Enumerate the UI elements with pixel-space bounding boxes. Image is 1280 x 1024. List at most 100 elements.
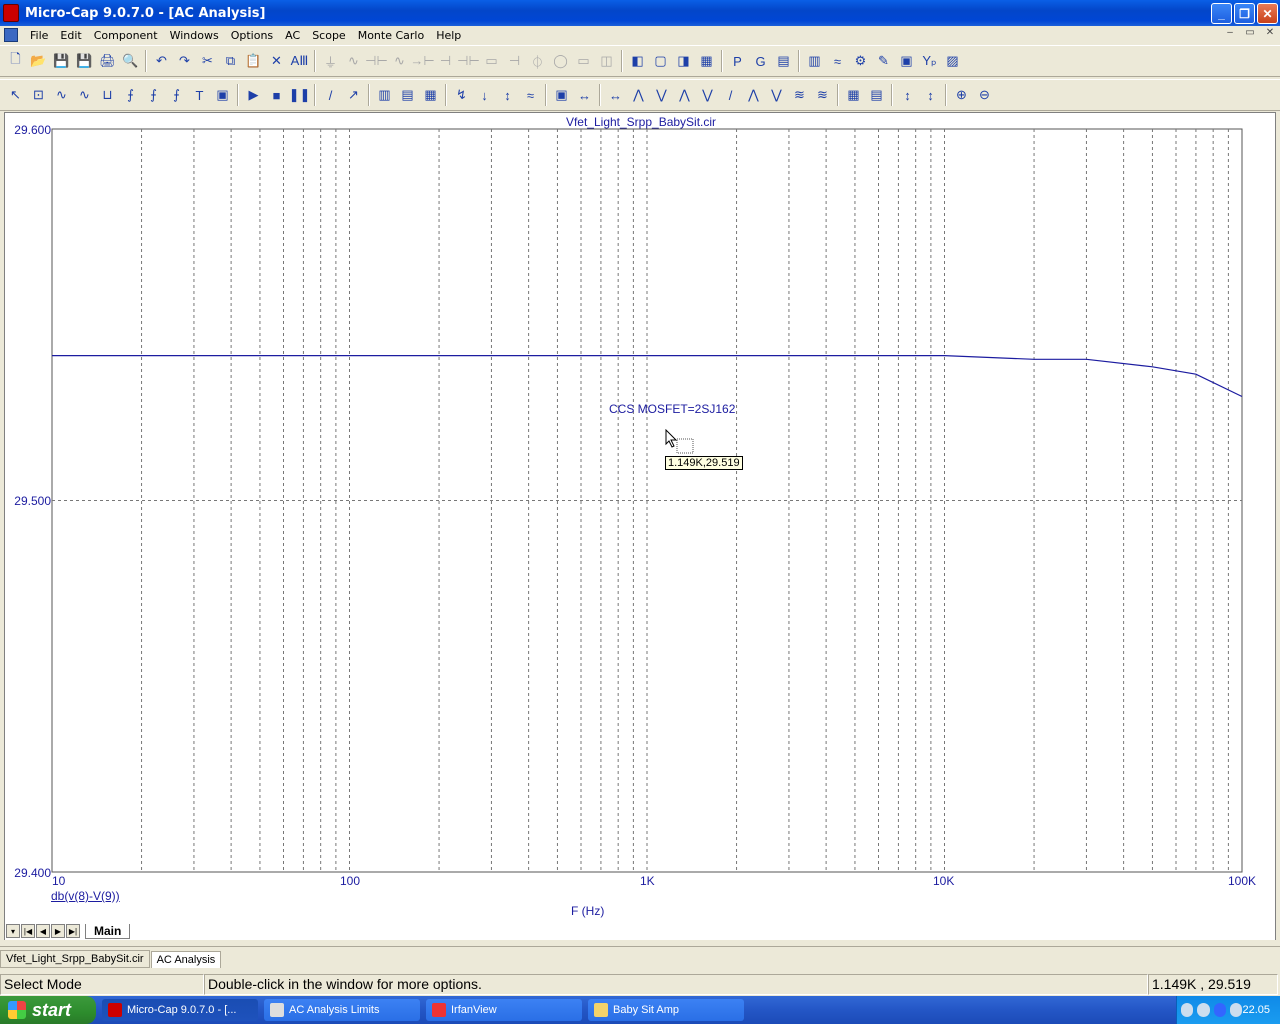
menu-component[interactable]: Component [88, 29, 164, 42]
toolbar1-button-7-icon[interactable]: ↷ [173, 50, 196, 72]
close-button[interactable]: ✕ [1257, 3, 1278, 24]
toolbar1-button-13-icon[interactable]: ⏚ [319, 50, 342, 72]
toolbar1-button-15-icon[interactable]: ⊣⊢ [365, 50, 388, 72]
toolbar2-button-23-icon[interactable]: ↔ [573, 84, 596, 106]
network-icon[interactable] [1197, 1003, 1210, 1017]
toolbar1-button-25-icon[interactable]: ◫ [595, 50, 618, 72]
toolbar2-button-18-icon[interactable]: ↯ [450, 84, 473, 106]
toolbar2-button-25-icon[interactable]: ⋀ [627, 84, 650, 106]
toolbar2-button-29-icon[interactable]: / [719, 84, 742, 106]
toolbar1-button-35-icon[interactable]: ⚙ [849, 50, 872, 72]
toolbar1-button-9-icon[interactable]: ⧉ [219, 50, 242, 72]
toolbar2-button-12-icon[interactable]: ❚❚ [288, 84, 311, 106]
toolbar2-button-28-icon[interactable]: ⋁ [696, 84, 719, 106]
menu-file[interactable]: File [24, 29, 54, 42]
menu-help[interactable]: Help [430, 29, 467, 42]
toolbar2-button-20-icon[interactable]: ↕ [496, 84, 519, 106]
menu-monte-carlo[interactable]: Monte Carlo [352, 29, 431, 42]
toolbar1-button-17-icon[interactable]: →⊢ [410, 50, 434, 72]
maximize-button[interactable]: ❐ [1234, 3, 1255, 24]
toolbar2-button-0-icon[interactable]: ↖ [4, 84, 27, 106]
toolbar2-button-30-icon[interactable]: ⋀ [742, 84, 765, 106]
toolbar1-button-0-icon[interactable]: 🗋 [4, 50, 27, 72]
toolbar2-button-4-icon[interactable]: ⊔ [96, 84, 119, 106]
toolbar2-button-3-icon[interactable]: ∿ [73, 84, 96, 106]
toolbar2-button-19-icon[interactable]: ↓ [473, 84, 496, 106]
toolbar2-button-32-icon[interactable]: ≋ [788, 84, 811, 106]
toolbar1-button-10-icon[interactable]: 📋 [242, 50, 265, 72]
toolbar1-button-24-icon[interactable]: ▭ [572, 50, 595, 72]
toolbar1-button-34-icon[interactable]: ≈ [826, 50, 849, 72]
toolbar2-button-27-icon[interactable]: ⋀ [673, 84, 696, 106]
taskbar-item-irfanview[interactable]: IrfanView [426, 999, 582, 1021]
tab-ac-analysis[interactable]: AC Analysis [150, 951, 222, 968]
document-icon[interactable] [4, 28, 18, 42]
toolbar1-button-1-icon[interactable]: 📂 [27, 50, 50, 72]
start-button[interactable]: start [0, 996, 96, 1024]
taskbar-item-baby-sit-amp[interactable]: Baby Sit Amp [588, 999, 744, 1021]
toolbar2-button-24-icon[interactable]: ↔ [604, 84, 627, 106]
toolbar1-button-26-icon[interactable]: ◧ [626, 50, 649, 72]
toolbar1-button-2-icon[interactable]: 💾 [50, 50, 73, 72]
toolbar1-button-38-icon[interactable]: Yₚ [918, 50, 941, 72]
toolbar1-button-33-icon[interactable]: ▥ [803, 50, 826, 72]
plot-annotation[interactable]: CCS MOSFET=2SJ162 [609, 402, 735, 416]
toolbar1-button-28-icon[interactable]: ◨ [672, 50, 695, 72]
toolbar1-button-11-icon[interactable]: ✕ [265, 50, 288, 72]
toolbar2-button-26-icon[interactable]: ⋁ [650, 84, 673, 106]
toolbar2-button-35-icon[interactable]: ▤ [865, 84, 888, 106]
toolbar1-button-27-icon[interactable]: ▢ [649, 50, 672, 72]
toolbar2-button-13-icon[interactable]: / [319, 84, 342, 106]
toolbar2-button-15-icon[interactable]: ▥ [373, 84, 396, 106]
toolbar1-button-5-icon[interactable]: 🔍 [119, 50, 142, 72]
toolbar1-button-20-icon[interactable]: ▭ [480, 50, 503, 72]
taskbar-item-ac-limits[interactable]: AC Analysis Limits [264, 999, 420, 1021]
toolbar1-button-4-icon[interactable]: 🖨 [96, 50, 119, 72]
toolbar2-button-38-icon[interactable]: ⊕ [950, 84, 973, 106]
toolbar2-button-37-icon[interactable]: ↕ [919, 84, 942, 106]
menu-ac[interactable]: AC [279, 29, 306, 42]
toolbar2-button-11-icon[interactable]: ■ [265, 84, 288, 106]
toolbar2-button-22-icon[interactable]: ▣ [550, 84, 573, 106]
toolbar1-button-32-icon[interactable]: ▤ [772, 50, 795, 72]
volume-icon[interactable] [1230, 1003, 1243, 1017]
toolbar1-button-8-icon[interactable]: ✂ [196, 50, 219, 72]
mdi-minimize-button[interactable]: – [1222, 27, 1238, 38]
toolbar2-button-2-icon[interactable]: ∿ [50, 84, 73, 106]
toolbar1-button-31-icon[interactable]: G [749, 50, 772, 72]
toolbar2-button-6-icon[interactable]: ⨍ [142, 84, 165, 106]
bluetooth-icon[interactable] [1213, 1003, 1227, 1017]
toolbar1-button-36-icon[interactable]: ✎ [872, 50, 895, 72]
toolbar2-button-10-icon[interactable]: ▶ [242, 84, 265, 106]
toolbar1-button-21-icon[interactable]: ⊣ [503, 50, 526, 72]
next-page-button[interactable]: ▶ [51, 924, 65, 938]
toolbar2-button-21-icon[interactable]: ≈ [519, 84, 542, 106]
toolbar2-button-1-icon[interactable]: ⊡ [27, 84, 50, 106]
last-page-button[interactable]: ▶| [66, 924, 80, 938]
toolbar2-button-17-icon[interactable]: ▦ [419, 84, 442, 106]
toolbar2-button-34-icon[interactable]: ▦ [842, 84, 865, 106]
toolbar1-button-37-icon[interactable]: ▣ [895, 50, 918, 72]
menu-options[interactable]: Options [225, 29, 279, 42]
toolbar1-button-22-icon[interactable]: ⏀ [526, 50, 549, 72]
toolbar2-button-39-icon[interactable]: ⊖ [973, 84, 996, 106]
toolbar2-button-7-icon[interactable]: ⨍ [165, 84, 188, 106]
mdi-close-button[interactable]: ✕ [1262, 27, 1278, 38]
toolbar1-button-12-icon[interactable]: AⅢ [288, 50, 311, 72]
mdi-restore-button[interactable]: ▭ [1242, 27, 1258, 38]
trace-expression[interactable]: db(v(8)-V(9)) [51, 889, 120, 903]
taskbar-item-microcap[interactable]: Micro-Cap 9.0.7.0 - [... [102, 999, 258, 1021]
prev-page-button[interactable]: ◀ [36, 924, 50, 938]
toolbar1-button-23-icon[interactable]: ◯ [549, 50, 572, 72]
plot-area[interactable]: Vfet_Light_Srpp_BabySit.cir 29.600 29.50… [4, 112, 1276, 942]
toolbar2-button-14-icon[interactable]: ↗ [342, 84, 365, 106]
toolbar1-button-18-icon[interactable]: ⊣ [434, 50, 457, 72]
toolbar2-button-33-icon[interactable]: ≋ [811, 84, 834, 106]
toolbar2-button-9-icon[interactable]: ▣ [211, 84, 234, 106]
toolbar2-button-5-icon[interactable]: ⨍ [119, 84, 142, 106]
toolbar2-button-36-icon[interactable]: ↕ [896, 84, 919, 106]
toolbar1-button-3-icon[interactable]: 💾 [73, 50, 96, 72]
plot-canvas[interactable] [5, 113, 1277, 943]
toolbar1-button-30-icon[interactable]: P [726, 50, 749, 72]
menu-scope[interactable]: Scope [306, 29, 352, 42]
